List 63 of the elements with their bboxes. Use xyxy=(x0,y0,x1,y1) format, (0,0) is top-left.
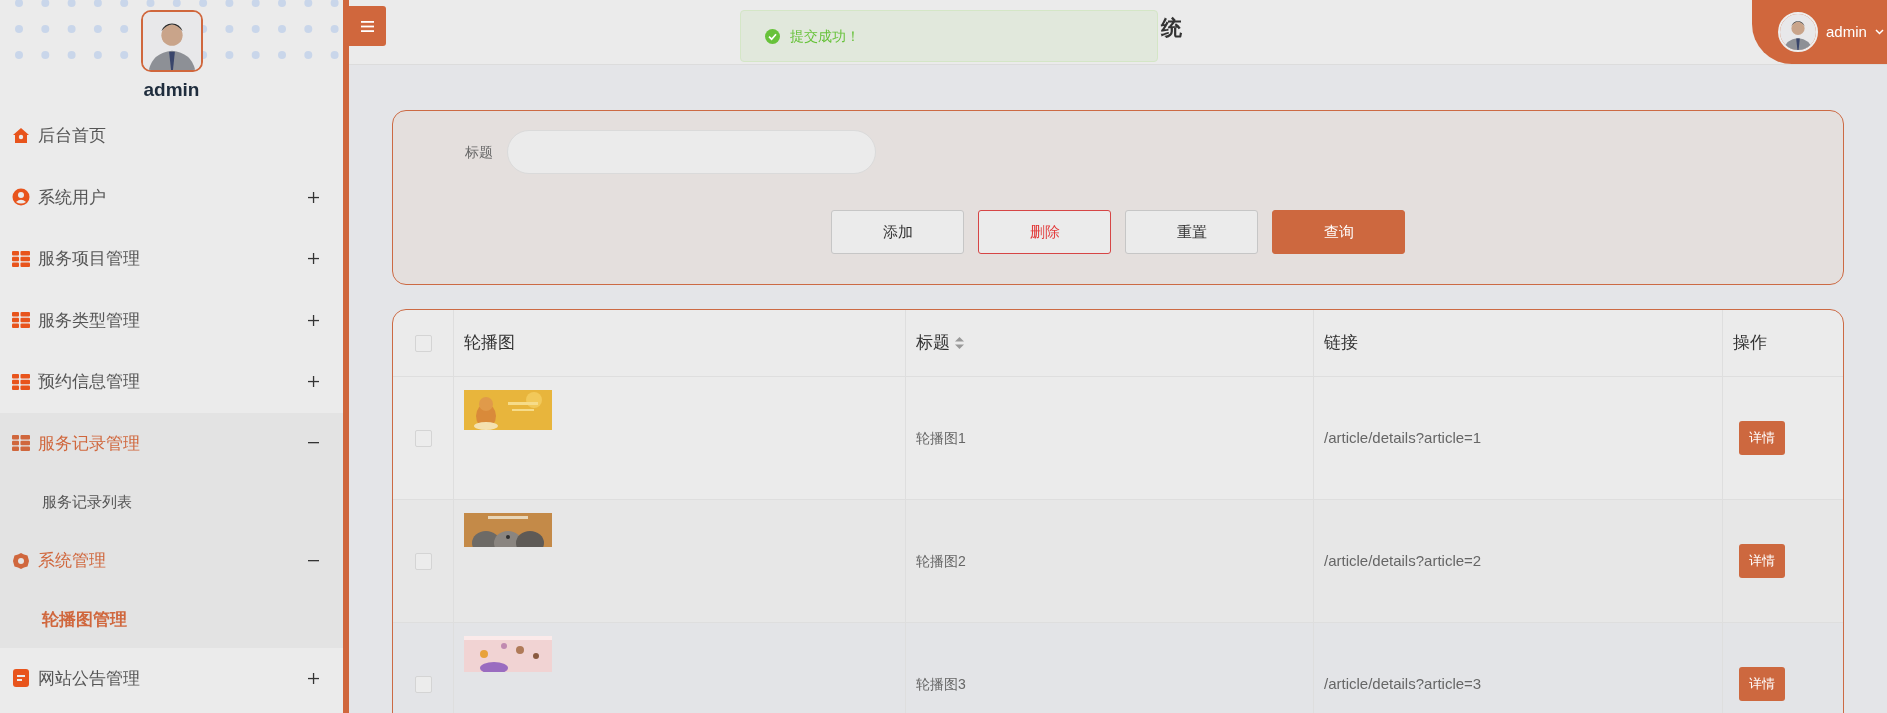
plus-icon xyxy=(308,672,319,684)
details-button[interactable]: 详情 xyxy=(1739,421,1785,455)
table-cell-text: /article/details?article=2 xyxy=(1324,550,1482,571)
grid-icon xyxy=(12,435,30,452)
user-name: admin xyxy=(1826,21,1867,42)
menu-label: 系统用户 xyxy=(38,186,106,209)
check-circle-icon xyxy=(765,28,780,44)
column-header: 链接 xyxy=(1324,332,1358,355)
menu-label: 系统管理 xyxy=(38,550,106,572)
menu-item[interactable]: 服务类型管理 xyxy=(0,289,343,351)
grid-icon xyxy=(12,250,30,267)
action-button[interactable]: 查询 xyxy=(1272,210,1405,254)
plus-icon xyxy=(308,191,319,203)
table-cell-text: 轮播图3 xyxy=(916,674,966,694)
column-header: 操作 xyxy=(1733,332,1767,355)
plus-icon xyxy=(308,253,319,265)
action-button[interactable]: 删除 xyxy=(978,210,1111,254)
checkbox[interactable] xyxy=(414,429,432,447)
table-cell-text: 轮播图1 xyxy=(916,428,966,448)
menu-icon xyxy=(361,20,374,32)
field-label: 标题 xyxy=(465,142,493,162)
menu-item[interactable]: 后台首页 xyxy=(0,105,343,167)
table-cell-text: /article/details?article=1 xyxy=(1324,427,1482,448)
document-icon xyxy=(13,669,29,688)
chevron-down-icon xyxy=(1874,29,1884,35)
column-header: 轮播图 xyxy=(464,332,515,355)
home-icon xyxy=(12,126,30,145)
grid-icon xyxy=(12,312,30,329)
table-cell-text: 轮播图2 xyxy=(916,551,966,571)
menu-item[interactable]: 系统用户 xyxy=(0,166,343,228)
details-button[interactable]: 详情 xyxy=(1739,544,1785,578)
menu-label: 预约信息管理 xyxy=(38,371,140,393)
action-button[interactable]: 添加 xyxy=(831,210,964,254)
details-button[interactable]: 详情 xyxy=(1739,667,1785,701)
menu-item[interactable]: 预约信息管理 xyxy=(0,351,343,413)
menu-label: 服务记录管理 xyxy=(38,432,140,455)
toast-message: 提交成功！ xyxy=(790,26,860,46)
sort-icon[interactable] xyxy=(955,337,964,349)
user-menu[interactable]: admin xyxy=(1752,0,1887,64)
minus-icon xyxy=(308,559,319,562)
menu-item[interactable]: 服务项目管理 xyxy=(0,228,343,290)
user-avatar xyxy=(1780,14,1816,50)
menu-item[interactable]: 网站公告管理 xyxy=(0,647,343,709)
plus-icon xyxy=(308,376,319,388)
checkbox[interactable] xyxy=(414,334,432,352)
action-button[interactable]: 重置 xyxy=(1125,210,1258,254)
user-name: admin xyxy=(143,78,200,102)
checkbox[interactable] xyxy=(414,552,432,570)
checkbox[interactable] xyxy=(414,675,432,693)
menu-label: 网站公告管理 xyxy=(38,667,140,690)
column-header[interactable]: 标题 xyxy=(916,330,950,356)
submenu-item[interactable]: 服务记录列表 xyxy=(0,474,343,530)
menu-label: 后台首页 xyxy=(38,125,106,147)
grid-icon xyxy=(12,373,30,390)
menu-label: 服务项目管理 xyxy=(38,248,140,270)
menu-label: 服务类型管理 xyxy=(38,309,140,332)
minus-icon xyxy=(308,442,319,445)
page-title: 统 xyxy=(1161,15,1182,41)
table-cell-text: /article/details?article=3 xyxy=(1324,673,1482,694)
user-icon xyxy=(12,188,30,207)
gear-icon xyxy=(12,551,30,570)
menu-toggle-button[interactable] xyxy=(349,6,386,46)
plus-icon xyxy=(308,314,319,326)
